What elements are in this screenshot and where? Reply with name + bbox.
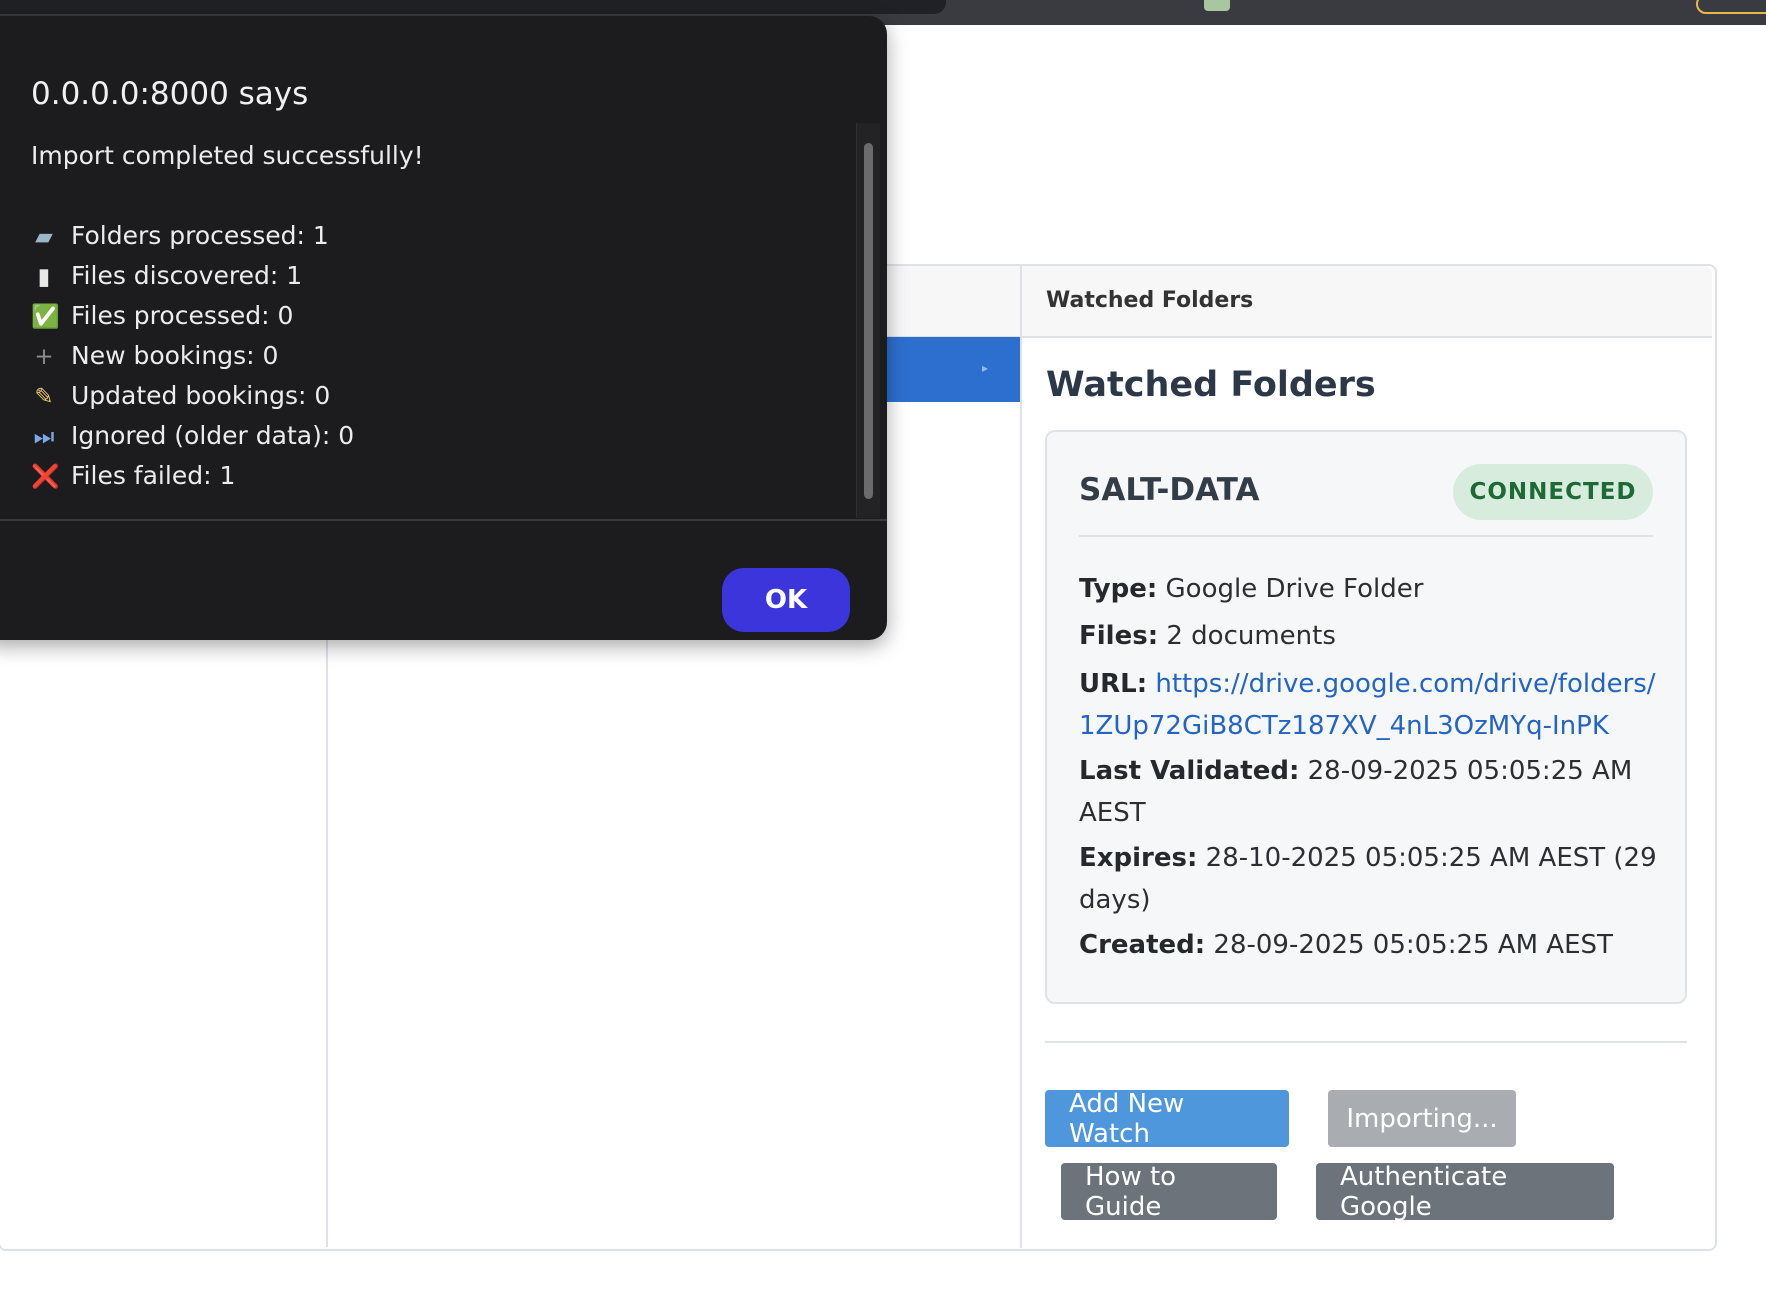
stat-files-failed: ❌ Files failed: 1	[31, 456, 354, 496]
stat-text: Ignored (older data): 0	[71, 421, 355, 450]
selected-list-item[interactable]: ▸	[880, 337, 1020, 402]
caret-right-icon: ▸	[982, 361, 989, 375]
folder-url-label: URL:	[1079, 669, 1148, 699]
middle-column-header	[880, 266, 1020, 338]
stat-text: Files processed: 0	[71, 301, 294, 330]
watched-folder-card: SALT-DATA CONNECTED Type: Google Drive F…	[1045, 430, 1687, 1004]
folder-expires-label: Expires:	[1079, 843, 1198, 873]
folder-created-value: 28-09-2025 05:05:25 AM AEST	[1213, 930, 1613, 960]
panel-title: Watched Folders	[1046, 365, 1376, 405]
tab-group-chip[interactable]	[1204, 0, 1230, 11]
stat-files-discovered: ▮ Files discovered: 1	[31, 256, 354, 296]
panel-divider	[1045, 1041, 1687, 1043]
stat-new-bookings: + New bookings: 0	[31, 336, 354, 376]
column-divider	[326, 620, 328, 1247]
folder-expires-row: Expires: 28-10-2025 05:05:25 AM AEST (29…	[1079, 837, 1659, 921]
ok-button[interactable]: OK	[722, 568, 850, 632]
check-mark-icon: ✅	[31, 304, 60, 330]
add-new-watch-button[interactable]: Add New Watch	[1045, 1089, 1289, 1149]
browser-profile-button[interactable]	[1696, 0, 1766, 14]
folder-files-label: Files:	[1079, 621, 1159, 651]
stat-text: Files failed: 1	[71, 461, 236, 490]
stat-text: Folders processed: 1	[71, 221, 329, 250]
dialog-divider	[0, 519, 887, 521]
folder-last-validated-label: Last Validated:	[1079, 756, 1300, 786]
importing-button[interactable]: Importing...	[1328, 1090, 1516, 1147]
cross-mark-icon: ❌	[31, 464, 60, 490]
folder-created-label: Created:	[1079, 930, 1206, 960]
stat-updated-bookings: ✎ Updated bookings: 0	[31, 376, 354, 416]
folder-name: SALT-DATA	[1079, 472, 1260, 508]
folder-type-label: Type:	[1079, 574, 1158, 604]
folder-created-row: Created: 28-09-2025 05:05:25 AM AEST	[1079, 924, 1659, 966]
folder-url-row: URL: https://drive.google.com/drive/fold…	[1079, 663, 1659, 747]
browser-tab[interactable]	[0, 0, 946, 14]
memo-icon: ✎	[34, 384, 54, 410]
dialog-scrollbar[interactable]	[856, 123, 880, 518]
stat-text: New bookings: 0	[71, 341, 279, 370]
stat-text: Files discovered: 1	[71, 261, 303, 290]
stat-text: Updated bookings: 0	[71, 381, 331, 410]
skip-forward-icon: ⏭	[33, 424, 55, 450]
dialog-message: Import completed successfully!	[31, 141, 424, 170]
folder-files-row: Files: 2 documents	[1079, 615, 1659, 657]
card-divider	[1079, 535, 1653, 537]
panel-header: Watched Folders	[1022, 266, 1712, 338]
folder-type-row: Type: Google Drive Folder	[1079, 568, 1659, 610]
panel-header-label: Watched Folders	[1046, 288, 1254, 313]
stat-ignored: ⏭ Ignored (older data): 0	[31, 416, 354, 456]
folder-icon: ▰	[35, 224, 53, 250]
folder-url-link[interactable]: https://drive.google.com/drive/folders/1…	[1079, 669, 1656, 741]
document-icon: ▮	[37, 264, 51, 290]
import-stats-list: ▰ Folders processed: 1 ▮ Files discovered:…	[31, 216, 354, 496]
stat-files-processed: ✅ Files processed: 0	[31, 296, 354, 336]
folder-type-value: Google Drive Folder	[1165, 574, 1424, 604]
stat-folders-processed: ▰ Folders processed: 1	[31, 216, 354, 256]
authenticate-google-button[interactable]: Authenticate Google	[1316, 1162, 1614, 1222]
folder-files-value: 2 documents	[1166, 621, 1336, 651]
dialog-title: 0.0.0.0:8000 says	[31, 76, 309, 112]
scrollbar-thumb[interactable]	[864, 143, 873, 499]
folder-last-validated-row: Last Validated: 28-09-2025 05:05:25 AM A…	[1079, 750, 1659, 834]
how-to-guide-button[interactable]: How to Guide	[1061, 1162, 1277, 1222]
status-badge: CONNECTED	[1453, 464, 1653, 520]
column-divider	[1020, 264, 1022, 1248]
plus-icon: +	[34, 344, 54, 370]
alert-dialog: 0.0.0.0:8000 says Import completed succe…	[0, 16, 887, 640]
